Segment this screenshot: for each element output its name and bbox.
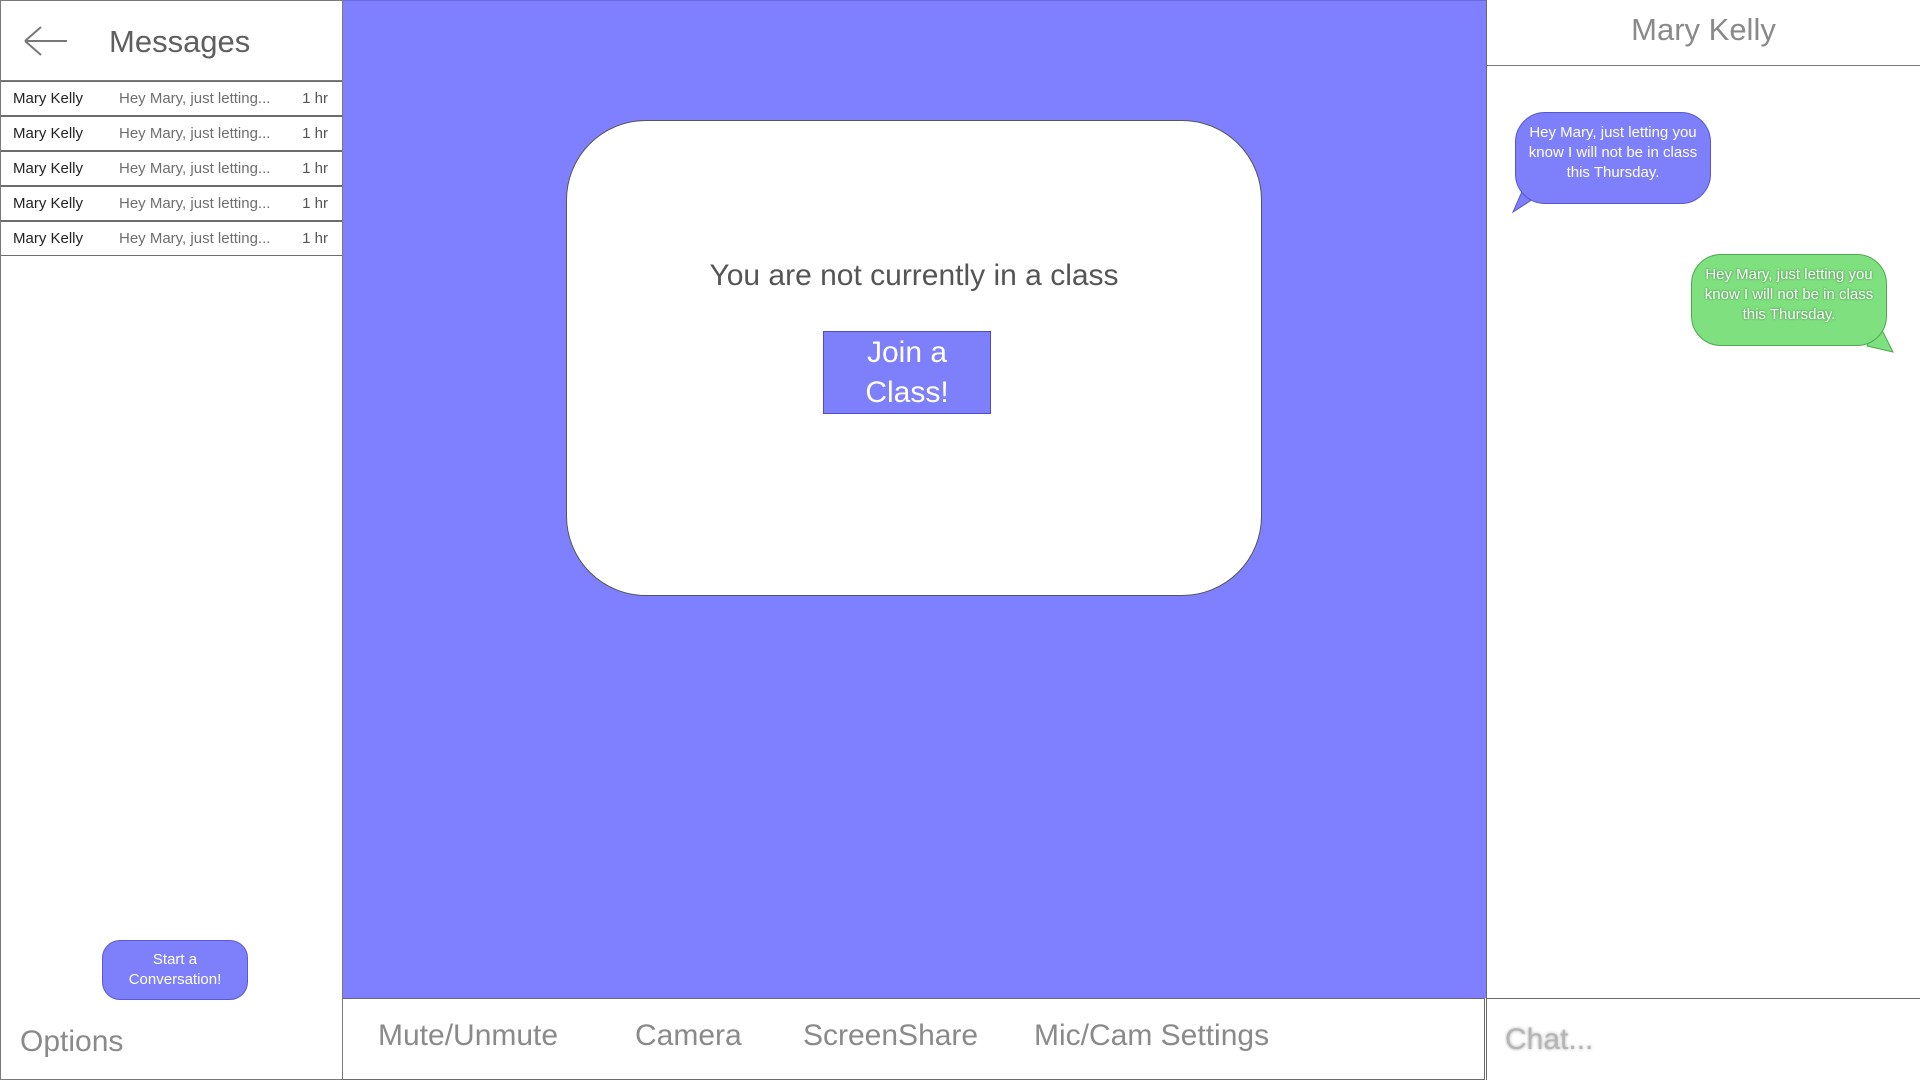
messages-sidebar: Messages Mary Kelly Hey Mary, just letti… — [0, 0, 343, 1080]
conversation-time: 1 hr — [302, 90, 328, 107]
chat-panel: Mary Kelly Hey Mary, just letting you kn… — [1486, 0, 1920, 1080]
conversation-list: Mary Kelly Hey Mary, just letting... 1 h… — [1, 81, 342, 256]
class-status-message: You are not currently in a class — [709, 259, 1119, 292]
chat-input-area — [1487, 998, 1920, 1080]
back-button[interactable] — [19, 19, 75, 63]
join-class-label-line1: Join a — [866, 336, 948, 369]
conversation-name: Mary Kelly — [13, 195, 84, 212]
outgoing-message-bubble: Hey Mary, just letting you know I will n… — [1691, 254, 1887, 346]
mute-unmute-button[interactable]: Mute/Unmute — [378, 1019, 558, 1053]
conversation-time: 1 hr — [302, 195, 328, 212]
start-conversation-label-line1: Start a — [152, 951, 198, 968]
sidebar-header: Messages — [1, 1, 342, 81]
conversation-name: Mary Kelly — [13, 230, 84, 247]
sidebar-title: Messages — [109, 24, 251, 59]
screenshare-button[interactable]: ScreenShare — [803, 1019, 978, 1053]
conversation-time: 1 hr — [302, 160, 328, 177]
conversation-item[interactable]: Mary Kelly Hey Mary, just letting... 1 h… — [1, 221, 342, 256]
mic-cam-settings-button[interactable]: Mic/Cam Settings — [1034, 1019, 1269, 1053]
conversation-name: Mary Kelly — [13, 160, 84, 177]
conversation-time: 1 hr — [302, 230, 328, 247]
conversation-preview: Hey Mary, just letting... — [119, 125, 271, 142]
call-toolbar: Mute/Unmute Camera ScreenShare Mic/Cam S… — [343, 998, 1485, 1080]
conversation-preview: Hey Mary, just letting... — [119, 230, 271, 247]
conversation-name: Mary Kelly — [13, 90, 84, 107]
conversation-item[interactable]: Mary Kelly Hey Mary, just letting... 1 h… — [1, 116, 342, 151]
join-class-label-line2: Class! — [865, 376, 949, 409]
conversation-item[interactable]: Mary Kelly Hey Mary, just letting... 1 h… — [1, 81, 342, 116]
start-conversation-label-line2: Conversation! — [128, 971, 222, 988]
options-button[interactable]: Options — [20, 1025, 123, 1059]
join-class-button[interactable]: Join a Class! — [823, 331, 991, 414]
class-area: You are not currently in a class Join a … — [343, 0, 1486, 998]
conversation-name: Mary Kelly — [13, 125, 84, 142]
no-class-card: You are not currently in a class Join a … — [566, 120, 1262, 596]
conversation-preview: Hey Mary, just letting... — [119, 160, 271, 177]
camera-button[interactable]: Camera — [635, 1019, 742, 1053]
conversation-time: 1 hr — [302, 125, 328, 142]
incoming-message-bubble: Hey Mary, just letting you know I will n… — [1515, 112, 1711, 204]
conversation-item[interactable]: Mary Kelly Hey Mary, just letting... 1 h… — [1, 186, 342, 221]
conversation-preview: Hey Mary, just letting... — [119, 195, 271, 212]
chat-input[interactable] — [1503, 1013, 1903, 1067]
chat-contact-name: Mary Kelly — [1487, 0, 1920, 66]
arrow-left-icon — [24, 26, 67, 56]
conversation-preview: Hey Mary, just letting... — [119, 90, 271, 107]
conversation-item[interactable]: Mary Kelly Hey Mary, just letting... 1 h… — [1, 151, 342, 186]
start-conversation-button[interactable]: Start a Conversation! — [102, 940, 248, 1000]
